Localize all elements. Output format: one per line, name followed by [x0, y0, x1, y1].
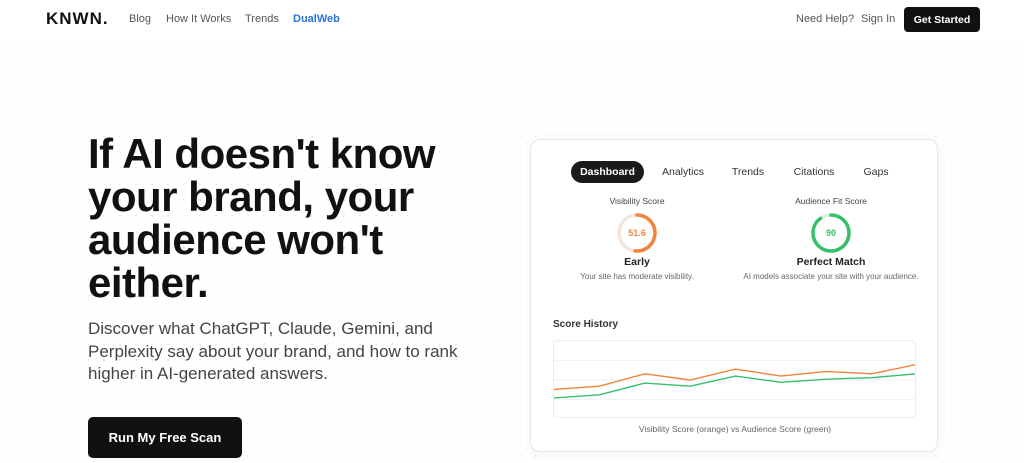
- tab-gaps[interactable]: Gaps: [855, 161, 897, 183]
- hero-headline-line: If AI doesn't know: [88, 130, 436, 177]
- hero-headline-line: either.: [88, 259, 209, 306]
- audience-fit-label: Audience Fit Score: [795, 196, 867, 206]
- hero-subtitle: Discover what ChatGPT, Claude, Gemini, a…: [88, 319, 458, 383]
- run-free-scan-button[interactable]: Run My Free Scan: [88, 417, 242, 458]
- brand-logo[interactable]: KNWN.: [46, 9, 109, 29]
- score-history-title: Score History: [553, 319, 619, 330]
- nav-link-blog[interactable]: Blog: [129, 13, 151, 25]
- nav-link-how-it-works[interactable]: How It Works: [166, 13, 231, 25]
- visibility-score-label: Visibility Score: [609, 196, 665, 206]
- audience-score-line: [554, 373, 915, 399]
- audience-status: Perfect Match: [796, 256, 866, 268]
- audience-score-value: 90: [825, 228, 836, 238]
- sign-in-link[interactable]: Sign In: [861, 13, 895, 25]
- score-history-caption: Visibility Score (orange) vs Audience Sc…: [638, 424, 832, 434]
- nav-link-dualweb[interactable]: DualWeb: [293, 13, 340, 25]
- score-history-chart: [553, 340, 916, 418]
- top-navbar: KNWN. Blog How It Works Trends DualWeb N…: [0, 0, 1024, 40]
- hero-headline-line: audience won't: [88, 216, 383, 263]
- visibility-score-value: 51.6: [628, 228, 646, 238]
- hero-headline: If AI doesn't know your brand, your audi…: [88, 132, 528, 304]
- need-help-link[interactable]: Need Help?: [796, 13, 854, 25]
- hero-headline-line: your brand, your: [88, 173, 414, 220]
- nav-link-trends[interactable]: Trends: [245, 13, 279, 25]
- visibility-gauge: 51.6: [616, 212, 658, 254]
- tab-trends[interactable]: Trends: [723, 161, 773, 183]
- audience-gauge: 90: [810, 212, 852, 254]
- get-started-button[interactable]: Get Started: [904, 7, 980, 32]
- dashboard-preview-card: Dashboard Analytics Trends Citations Gap…: [530, 139, 938, 452]
- tab-citations[interactable]: Citations: [781, 161, 847, 183]
- tab-dashboard[interactable]: Dashboard: [571, 161, 644, 183]
- visibility-description: Your site has moderate visibility.: [580, 272, 694, 281]
- tab-analytics[interactable]: Analytics: [651, 161, 715, 183]
- visibility-score-panel: Visibility Score 51.6 Early Your site ha…: [547, 196, 727, 282]
- audience-fit-panel: Audience Fit Score 90 Perfect Match AI m…: [741, 196, 921, 282]
- audience-description: AI models associate your site with your …: [743, 272, 919, 281]
- visibility-status: Early: [624, 256, 650, 268]
